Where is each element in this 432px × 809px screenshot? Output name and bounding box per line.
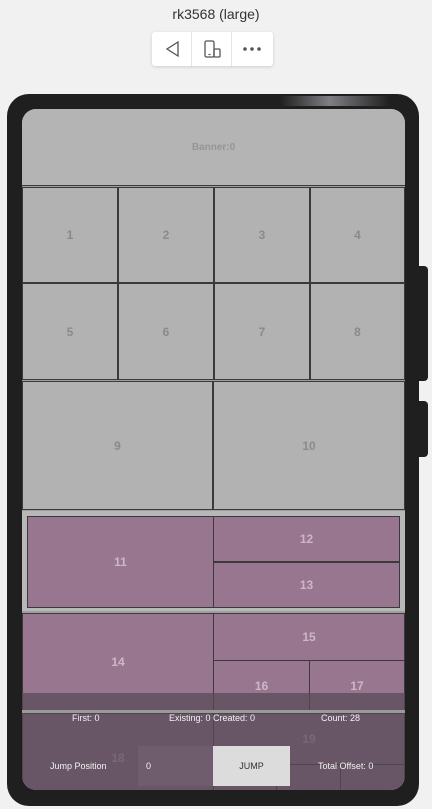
more-button[interactable]: [232, 32, 272, 66]
grid-item-3[interactable]: 3: [214, 187, 310, 283]
jump-position-label: Jump Position: [50, 761, 107, 771]
back-icon: [165, 40, 179, 58]
device-screen: Banner:0 1 2 3 4 5 6 7 8 9 10 11 12 13 1…: [22, 109, 405, 790]
banner: Banner:0: [22, 109, 405, 186]
back-button[interactable]: [152, 32, 192, 66]
side-button-power[interactable]: [419, 266, 428, 381]
grid-item-7[interactable]: 7: [214, 283, 310, 380]
grid-item-9[interactable]: 9: [22, 381, 213, 510]
grid-item-6[interactable]: 6: [118, 283, 214, 380]
rotate-device-button[interactable]: [192, 32, 232, 66]
grid-item-10[interactable]: 10: [213, 381, 405, 510]
grid-item-8[interactable]: 8: [310, 283, 405, 380]
existing-created-label: Existing: 0 Created: 0: [169, 713, 256, 723]
grid-item-15[interactable]: 15: [213, 613, 405, 661]
grid-item-2[interactable]: 2: [118, 187, 214, 283]
grid-item-11[interactable]: 11: [27, 516, 214, 608]
device-title: rk3568 (large): [172, 6, 260, 22]
device-toolbar: [152, 32, 273, 66]
jump-button[interactable]: JUMP: [213, 746, 290, 786]
grid-item-1[interactable]: 1: [22, 187, 118, 283]
grid-item-12[interactable]: 12: [213, 516, 400, 562]
count-label: Count: 28: [321, 713, 361, 723]
grid-item-13[interactable]: 13: [213, 562, 400, 608]
frame-shine: [280, 96, 390, 106]
group-11-13: 11 12 13: [22, 511, 405, 611]
first-index-label: First: 0: [72, 713, 100, 723]
more-icon: [243, 47, 261, 51]
rotate-device-icon: [203, 40, 221, 58]
side-button-volume[interactable]: [419, 401, 428, 457]
grid-item-4[interactable]: 4: [310, 187, 405, 283]
grid-item-5[interactable]: 5: [22, 283, 118, 380]
total-offset-label: Total Offset: 0: [318, 761, 374, 771]
jump-position-input[interactable]: 0: [138, 746, 213, 786]
